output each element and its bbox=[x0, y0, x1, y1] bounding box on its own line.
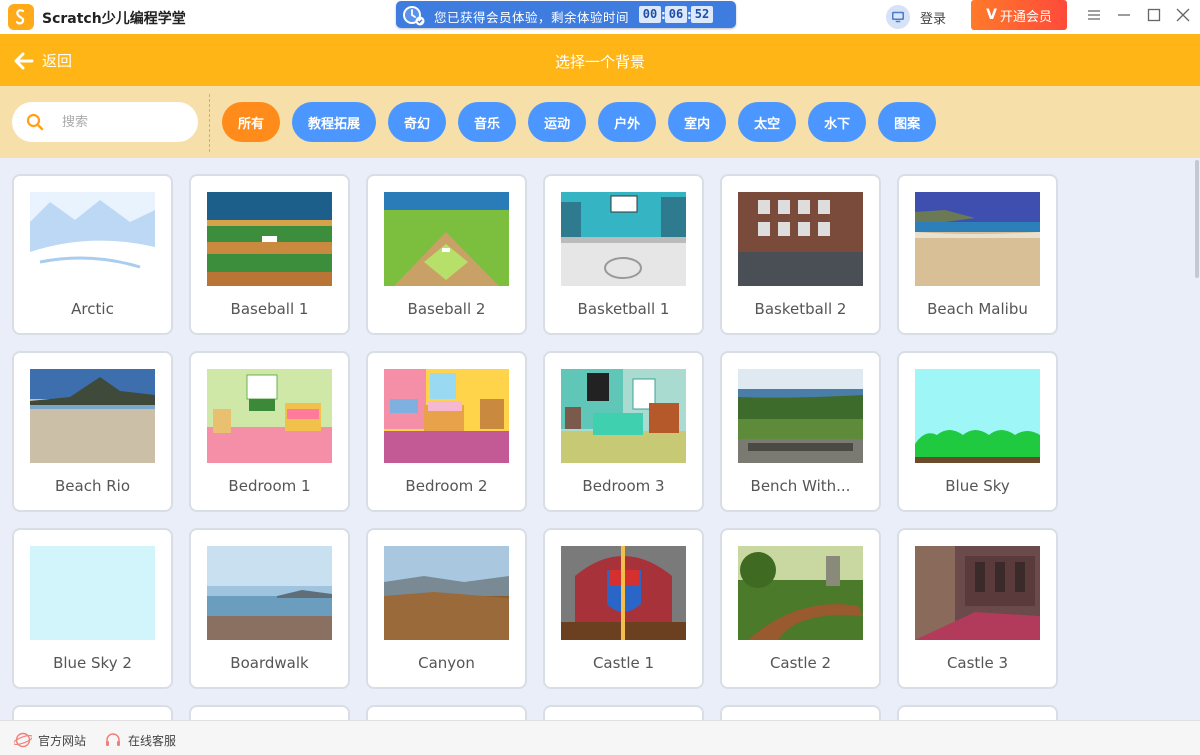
backdrop-thumbnail bbox=[738, 192, 863, 286]
timer-hours: 00 bbox=[639, 6, 661, 23]
backdrop-card-blue-sky-2[interactable]: Blue Sky 2 bbox=[12, 528, 173, 689]
timer-minutes: 06 bbox=[665, 6, 687, 23]
backdrop-thumbnail bbox=[384, 369, 509, 463]
backdrop-name: Canyon bbox=[418, 654, 475, 672]
app-logo-icon bbox=[8, 4, 34, 30]
app-title: Scratch少儿编程学堂 bbox=[42, 11, 186, 27]
close-icon[interactable] bbox=[1172, 4, 1194, 26]
category-tutorial[interactable]: 教程拓展 bbox=[292, 102, 377, 142]
countdown-timer: 00 : 06 : 52 bbox=[639, 6, 713, 23]
footer-bar: 官方网站 在线客服 bbox=[0, 720, 1200, 755]
backdrop-name: Basketball 2 bbox=[754, 300, 847, 318]
category-underwater[interactable]: 水下 bbox=[808, 102, 867, 142]
backdrop-card-boardwalk[interactable]: Boardwalk bbox=[189, 528, 350, 689]
backdrop-name: Bedroom 3 bbox=[582, 477, 665, 495]
support-label: 在线客服 bbox=[128, 733, 177, 748]
backdrop-thumbnail bbox=[207, 192, 332, 286]
category-indoors[interactable]: 室内 bbox=[668, 102, 727, 142]
category-tabs: 所有 教程拓展 奇幻 音乐 运动 户外 室内 太空 水下 图案 bbox=[222, 102, 937, 142]
backdrop-card-basketball-1[interactable]: Basketball 1 bbox=[543, 174, 704, 335]
backdrop-name: Beach Rio bbox=[55, 477, 130, 495]
backdrop-name: Baseball 2 bbox=[407, 300, 486, 318]
backdrop-thumbnail bbox=[207, 369, 332, 463]
backdrop-card-castle-3[interactable]: Castle 3 bbox=[897, 528, 1058, 689]
backdrop-thumbnail bbox=[384, 546, 509, 640]
backdrop-name: Castle 3 bbox=[946, 654, 1009, 672]
search-input[interactable] bbox=[62, 112, 182, 132]
minimize-icon[interactable] bbox=[1113, 4, 1135, 26]
headset-icon bbox=[106, 733, 120, 746]
backdrop-name: Basketball 1 bbox=[577, 300, 670, 318]
globe-icon bbox=[14, 732, 32, 748]
backdrop-thumbnail bbox=[561, 192, 686, 286]
backdrop-name: Arctic bbox=[71, 300, 114, 318]
search-icon bbox=[26, 113, 44, 131]
backdrop-card-basketball-2[interactable]: Basketball 2 bbox=[720, 174, 881, 335]
official-website-link[interactable]: 官方网站 bbox=[14, 731, 86, 749]
website-label: 官方网站 bbox=[38, 733, 87, 748]
clock-icon bbox=[400, 3, 426, 27]
backdrop-thumbnail bbox=[30, 369, 155, 463]
backdrop-thumbnail bbox=[915, 192, 1040, 286]
open-vip-button[interactable]: V 开通会员 bbox=[971, 0, 1067, 30]
backdrop-name: Blue Sky bbox=[945, 477, 1010, 495]
backdrop-card-arctic[interactable]: Arctic bbox=[12, 174, 173, 335]
backdrop-card-baseball-2[interactable]: Baseball 2 bbox=[366, 174, 527, 335]
backdrop-card-bedroom-2[interactable]: Bedroom 2 bbox=[366, 351, 527, 512]
backdrop-name: Bedroom 2 bbox=[405, 477, 488, 495]
login-link[interactable]: 登录 bbox=[920, 8, 946, 27]
category-patterns[interactable]: 图案 bbox=[878, 102, 937, 142]
backdrop-name: Blue Sky 2 bbox=[53, 654, 132, 672]
backdrop-name: Castle 2 bbox=[769, 654, 832, 672]
vip-icon: V bbox=[986, 7, 997, 23]
backdrop-card-baseball-1[interactable]: Baseball 1 bbox=[189, 174, 350, 335]
category-all[interactable]: 所有 bbox=[222, 102, 281, 142]
backdrop-thumbnail bbox=[915, 546, 1040, 640]
category-sports[interactable]: 运动 bbox=[528, 102, 587, 142]
backdrop-card-beach-malibu[interactable]: Beach Malibu bbox=[897, 174, 1058, 335]
user-avatar-icon[interactable] bbox=[886, 5, 910, 29]
menu-icon[interactable] bbox=[1083, 4, 1105, 26]
backdrop-thumbnail bbox=[30, 192, 155, 286]
backdrop-name: Beach Malibu bbox=[927, 300, 1028, 318]
backdrop-thumbnail bbox=[561, 369, 686, 463]
title-bar: Scratch少儿编程学堂 您已获得会员体验，剩余体验时间 00 : 06 : … bbox=[0, 0, 1200, 34]
trial-banner[interactable]: 您已获得会员体验，剩余体验时间 00 : 06 : 52 bbox=[396, 1, 736, 28]
backdrop-card-bedroom-3[interactable]: Bedroom 3 bbox=[543, 351, 704, 512]
trial-text: 您已获得会员体验，剩余体验时间 bbox=[434, 10, 630, 25]
backdrop-card-bedroom-1[interactable]: Bedroom 1 bbox=[189, 351, 350, 512]
backdrop-name: Boardwalk bbox=[230, 654, 309, 672]
search-box[interactable] bbox=[12, 102, 198, 142]
backdrop-card-castle-2[interactable]: Castle 2 bbox=[720, 528, 881, 689]
backdrop-thumbnail bbox=[30, 546, 155, 640]
backdrop-thumbnail bbox=[738, 369, 863, 463]
filter-bar: 所有 教程拓展 奇幻 音乐 运动 户外 室内 太空 水下 图案 bbox=[0, 86, 1200, 158]
maximize-icon[interactable] bbox=[1143, 4, 1165, 26]
backdrop-name: Baseball 1 bbox=[230, 300, 309, 318]
backdrop-card-castle-1[interactable]: Castle 1 bbox=[543, 528, 704, 689]
category-space[interactable]: 太空 bbox=[738, 102, 797, 142]
backdrop-thumbnail bbox=[915, 369, 1040, 463]
backdrop-card-blue-sky[interactable]: Blue Sky bbox=[897, 351, 1058, 512]
backdrop-card-bench-with[interactable]: Bench With... bbox=[720, 351, 881, 512]
backdrop-card-canyon[interactable]: Canyon bbox=[366, 528, 527, 689]
page-header: 返回 选择一个背景 bbox=[0, 34, 1200, 86]
backdrop-thumbnail bbox=[738, 546, 863, 640]
backdrop-card-beach-rio[interactable]: Beach Rio bbox=[12, 351, 173, 512]
category-outdoors[interactable]: 户外 bbox=[598, 102, 657, 142]
category-music[interactable]: 音乐 bbox=[458, 102, 517, 142]
scrollbar-thumb[interactable] bbox=[1195, 160, 1199, 278]
backdrop-thumbnail bbox=[561, 546, 686, 640]
category-fantasy[interactable]: 奇幻 bbox=[388, 102, 447, 142]
filter-divider bbox=[209, 94, 210, 152]
backdrop-thumbnail bbox=[207, 546, 332, 640]
vip-label: 开通会员 bbox=[999, 9, 1052, 25]
timer-seconds: 52 bbox=[691, 6, 713, 23]
backdrop-name: Castle 1 bbox=[592, 654, 655, 672]
backdrop-name: Bedroom 1 bbox=[228, 477, 311, 495]
page-title: 选择一个背景 bbox=[554, 53, 645, 71]
online-support-link[interactable]: 在线客服 bbox=[104, 731, 176, 749]
backdrop-name: Bench With... bbox=[750, 477, 851, 495]
backdrop-thumbnail bbox=[384, 192, 509, 286]
